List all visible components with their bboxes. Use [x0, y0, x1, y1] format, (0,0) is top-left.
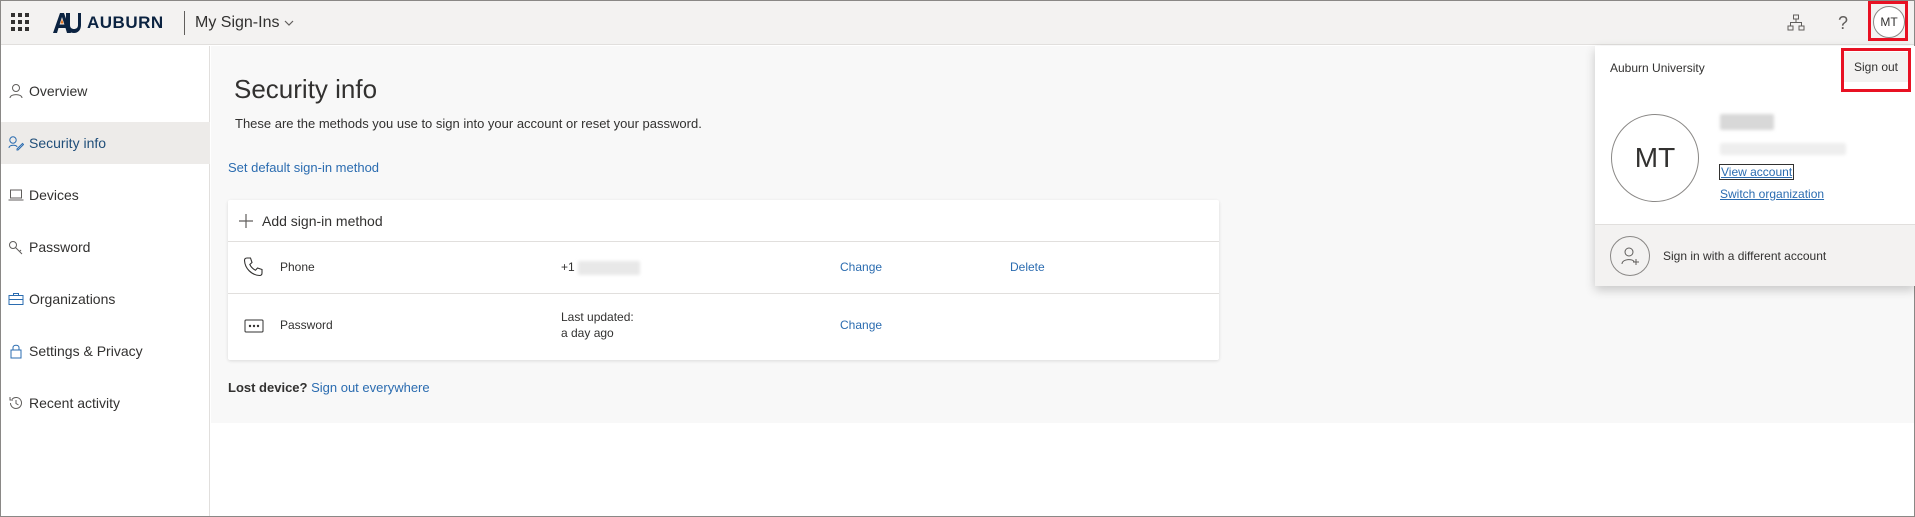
sidebar-item-overview[interactable]: Overview — [1, 70, 210, 112]
sign-out-everywhere-link[interactable]: Sign out everywhere — [311, 380, 430, 395]
auburn-au-logo-icon — [53, 13, 81, 33]
sidebar-item-label: Organizations — [29, 291, 116, 307]
sidebar-item-label: Settings & Privacy — [29, 343, 143, 359]
lost-device-line: Lost device? Sign out everywhere — [228, 380, 430, 395]
phone-country-code: +1 — [561, 260, 575, 274]
add-person-icon — [1610, 235, 1650, 276]
chevron-down-icon — [285, 20, 294, 26]
briefcase-icon — [5, 288, 27, 310]
method-name-password: Password — [280, 318, 333, 332]
key-icon — [5, 236, 27, 258]
page-title: Security info — [234, 74, 378, 104]
method-name-phone: Phone — [280, 260, 315, 274]
laptop-icon — [5, 184, 27, 206]
sidebar-nav: Overview Security info Devices Password … — [1, 46, 210, 516]
history-icon — [5, 392, 27, 414]
sign-in-different-account-button[interactable]: Sign in with a different account — [1595, 225, 1915, 286]
header-divider — [184, 11, 185, 35]
auburn-logo[interactable]: AUBURN — [51, 10, 164, 36]
redacted-account-email — [1720, 142, 1846, 160]
app-title: My Sign-Ins — [195, 14, 280, 31]
sidebar-item-organizations[interactable]: Organizations — [1, 278, 210, 320]
app-switcher-dropdown[interactable]: My Sign-Ins — [195, 14, 295, 32]
plus-icon — [239, 213, 253, 228]
sidebar-item-label: Devices — [29, 187, 79, 203]
method-row-phone: Phone +1 Change Delete — [228, 242, 1219, 294]
account-avatar: MT — [1611, 114, 1699, 202]
change-phone-link[interactable]: Change — [840, 260, 882, 274]
change-password-link[interactable]: Change — [840, 318, 882, 332]
sidebar-item-label: Security info — [29, 135, 107, 151]
password-updated-value: a day ago — [561, 326, 614, 340]
security-info-icon — [5, 132, 27, 154]
sidebar-item-label: Recent activity — [29, 395, 121, 411]
top-header: AUBURN My Sign-Ins ? MT — [1, 1, 1914, 45]
delete-phone-link[interactable]: Delete — [1010, 260, 1045, 274]
add-method-label: Add sign-in method — [262, 212, 383, 229]
highlight-sign-out-box — [1841, 48, 1911, 92]
redacted-phone-number — [578, 260, 641, 275]
phone-number-value: +1 — [561, 260, 641, 275]
highlight-avatar-box — [1868, 1, 1908, 41]
methods-card: Add sign-in method Phone +1 Change Delet… — [228, 200, 1219, 360]
org-chart-icon[interactable] — [1784, 11, 1808, 35]
person-icon — [5, 80, 27, 102]
different-account-label: Sign in with a different account — [1663, 248, 1827, 263]
sidebar-item-devices[interactable]: Devices — [1, 174, 210, 216]
password-updated-label: Last updated: — [561, 310, 634, 324]
method-row-password: Password Last updated: a day ago Change — [228, 294, 1219, 360]
add-method-button[interactable]: Add sign-in method — [228, 200, 1219, 242]
phone-icon — [242, 256, 264, 281]
sidebar-item-password[interactable]: Password — [1, 226, 210, 268]
sidebar-item-recent-activity[interactable]: Recent activity — [1, 382, 210, 424]
password-dots-icon — [244, 318, 264, 337]
page-description: These are the methods you use to sign in… — [235, 116, 702, 131]
sidebar-item-label: Password — [29, 239, 91, 255]
lost-device-label: Lost device? — [228, 380, 308, 395]
brand-name: AUBURN — [87, 13, 164, 32]
organization-name: Auburn University — [1610, 61, 1705, 75]
lock-icon — [5, 340, 27, 362]
help-icon[interactable]: ? — [1831, 11, 1855, 35]
redacted-account-name — [1720, 114, 1774, 135]
switch-organization-link[interactable]: Switch organization — [1720, 187, 1824, 201]
sidebar-item-security-info[interactable]: Security info — [1, 122, 210, 164]
app-launcher-icon[interactable] — [11, 13, 29, 31]
set-default-method-link[interactable]: Set default sign-in method — [228, 160, 379, 175]
sidebar-item-label: Overview — [29, 83, 88, 99]
view-account-link[interactable]: View account — [1718, 164, 1795, 180]
sidebar-item-settings-privacy[interactable]: Settings & Privacy — [1, 330, 210, 372]
